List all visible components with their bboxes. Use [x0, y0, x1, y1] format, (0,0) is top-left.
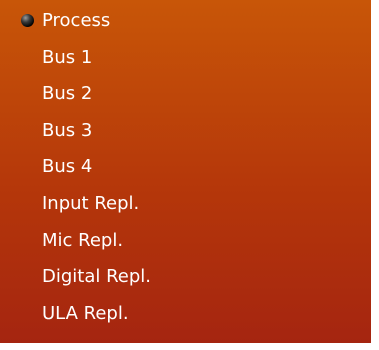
option-mic-repl[interactable]: Mic Repl. [0, 225, 371, 262]
option-label: Bus 3 [42, 119, 93, 141]
option-label: Process [42, 10, 111, 31]
option-label: Input Repl. [42, 192, 140, 214]
routing-source-menu: Process Bus 1 Bus 2 Bus 3 Bus 4 Input Re… [0, 0, 371, 343]
option-label: Bus 4 [42, 156, 93, 178]
option-bus-1[interactable]: Bus 1 [0, 42, 371, 79]
option-label: Bus 1 [42, 46, 93, 68]
option-bus-2[interactable]: Bus 2 [0, 78, 371, 115]
option-bus-4[interactable]: Bus 4 [0, 151, 371, 188]
option-list: Process Bus 1 Bus 2 Bus 3 Bus 4 Input Re… [0, 5, 371, 334]
option-label: Digital Repl. [42, 266, 152, 288]
option-ula-repl[interactable]: ULA Repl. [0, 298, 371, 335]
option-label: Bus 2 [42, 83, 93, 105]
option-label: Mic Repl. [42, 229, 124, 251]
option-input-repl[interactable]: Input Repl. [0, 188, 371, 225]
option-label: ULA Repl. [42, 302, 129, 324]
radio-dot-icon [21, 14, 34, 27]
option-digital-repl[interactable]: Digital Repl. [0, 261, 371, 298]
option-bus-3[interactable]: Bus 3 [0, 115, 371, 152]
option-process[interactable]: Process [0, 5, 371, 42]
